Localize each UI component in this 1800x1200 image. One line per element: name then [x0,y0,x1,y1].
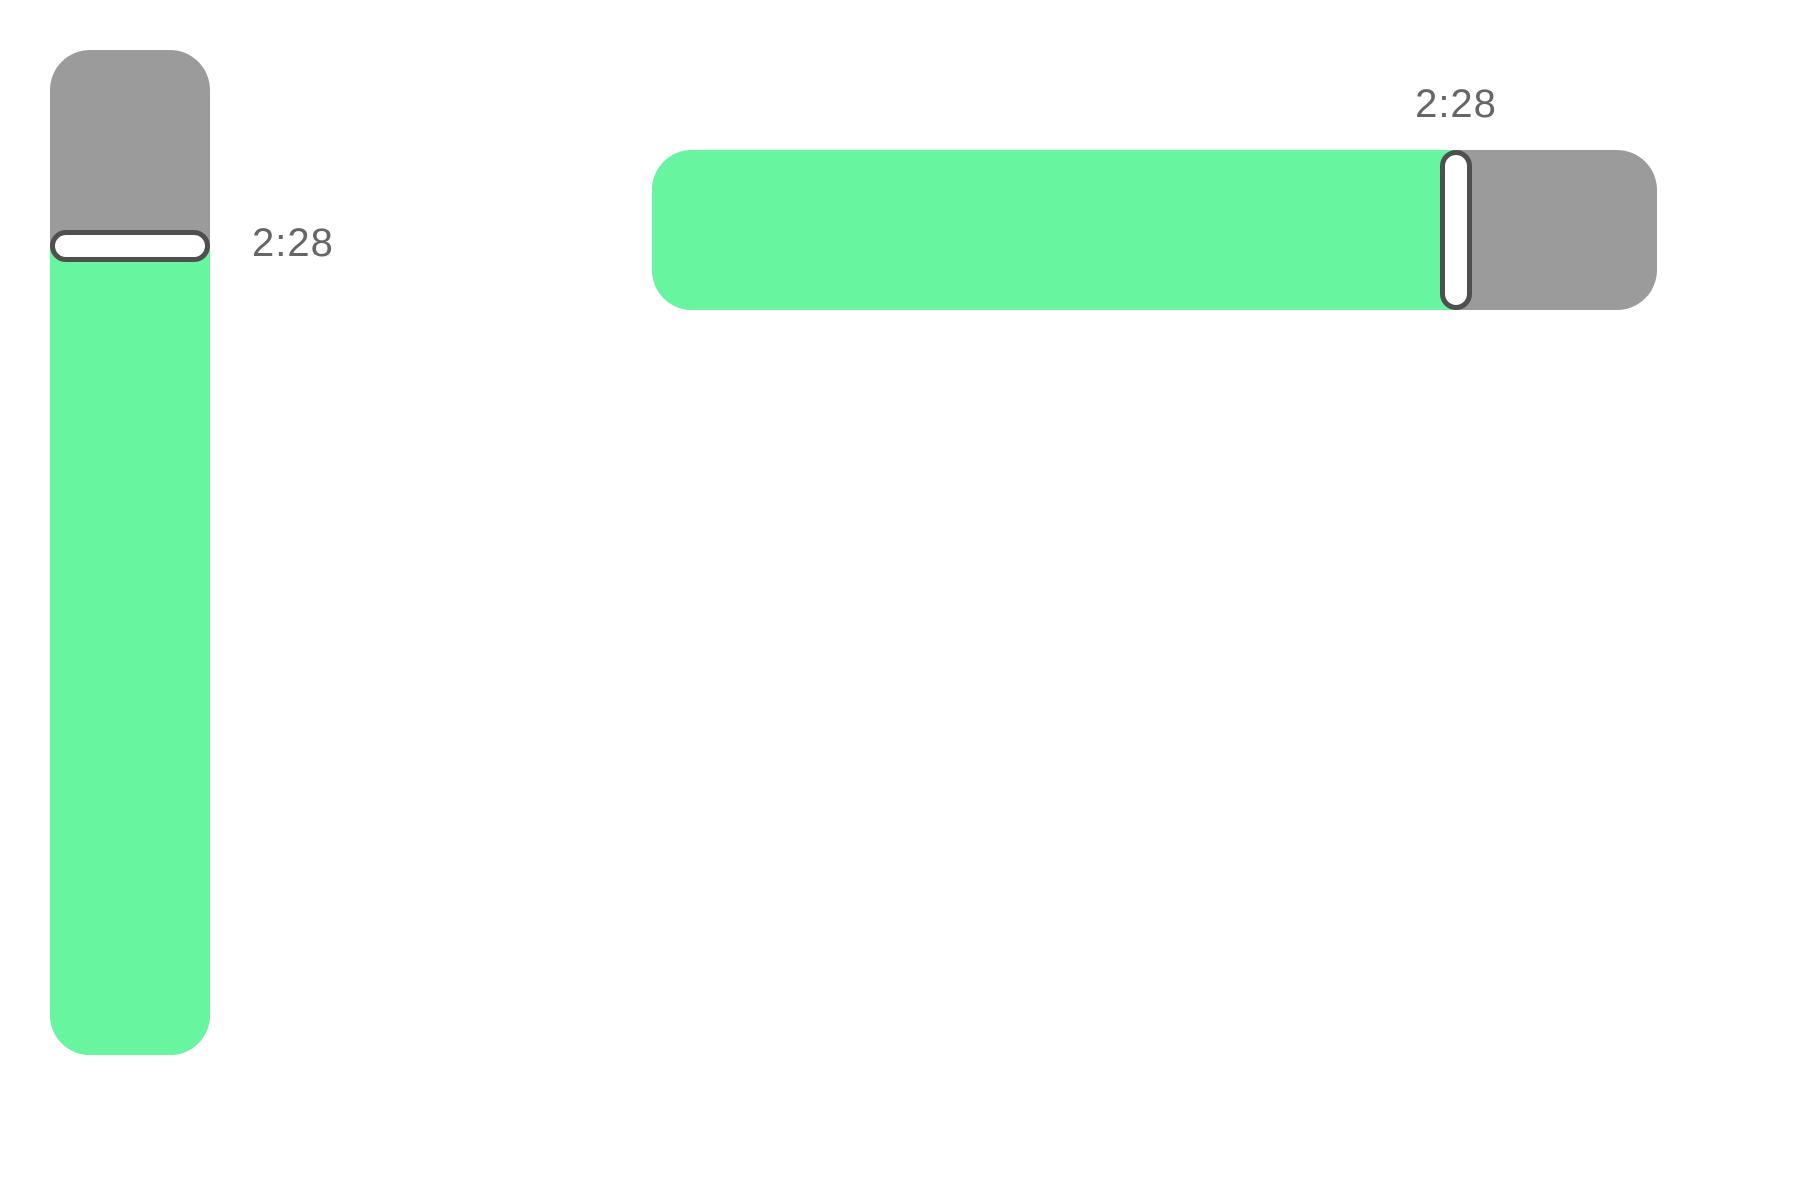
horizontal-slider-time-label: 2:28 [1415,82,1497,126]
vertical-slider-thumb[interactable] [50,229,210,262]
horizontal-slider-thumb[interactable] [1440,150,1472,310]
horizontal-slider-fill [652,150,1456,310]
horizontal-progress-slider[interactable] [652,150,1657,310]
vertical-progress-slider[interactable] [50,50,210,1055]
vertical-slider-time-label: 2:28 [252,220,334,265]
vertical-slider-fill [50,245,210,1055]
